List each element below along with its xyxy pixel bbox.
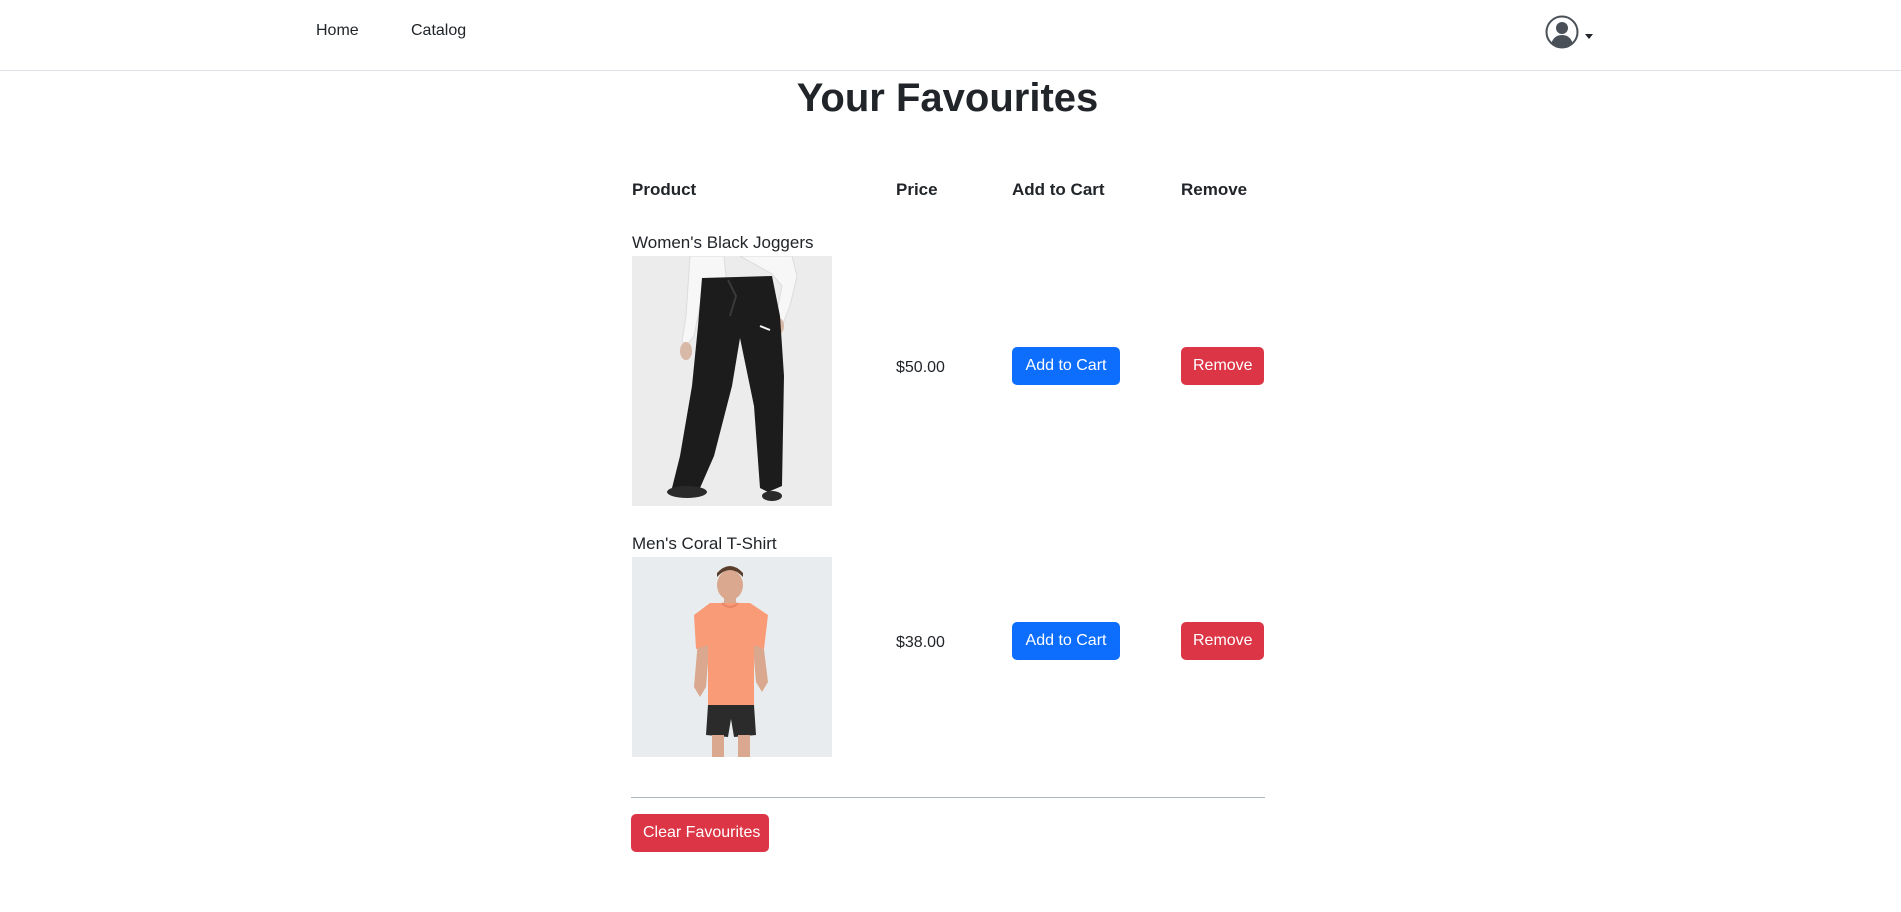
product-price: $50.00: [896, 359, 945, 376]
column-header-add-to-cart: Add to Cart: [1012, 180, 1105, 199]
nav-link-catalog[interactable]: Catalog: [411, 21, 466, 41]
column-header-price: Price: [896, 180, 938, 199]
caret-down-icon: [1585, 33, 1593, 39]
product-image-joggers[interactable]: [632, 256, 832, 506]
clear-favourites-button[interactable]: Clear Favourites: [631, 814, 769, 852]
product-name: Men's Coral T-Shirt: [632, 534, 777, 553]
page-title: Your Favourites: [796, 76, 1099, 120]
product-price: $38.00: [896, 634, 945, 651]
product-image-tshirt[interactable]: [632, 557, 832, 757]
nav-link-home[interactable]: Home: [316, 21, 359, 41]
table-divider: [631, 797, 1265, 798]
remove-button[interactable]: Remove: [1181, 622, 1264, 660]
table-row: Men's Coral T-Shirt $38.00 Add to Cart R…: [631, 533, 1265, 763]
user-menu-dropdown[interactable]: [1545, 15, 1601, 49]
user-circle-icon: [1545, 15, 1579, 49]
column-header-remove: Remove: [1181, 180, 1248, 199]
column-header-product: Product: [632, 180, 697, 199]
remove-button[interactable]: Remove: [1181, 347, 1264, 385]
add-to-cart-button[interactable]: Add to Cart: [1012, 347, 1120, 385]
add-to-cart-button[interactable]: Add to Cart: [1012, 622, 1120, 660]
table-row: Women's Black Joggers $50.00 Add to Cart: [631, 232, 1265, 507]
product-name: Women's Black Joggers: [632, 233, 814, 252]
top-navbar: Home Catalog: [0, 0, 1901, 71]
